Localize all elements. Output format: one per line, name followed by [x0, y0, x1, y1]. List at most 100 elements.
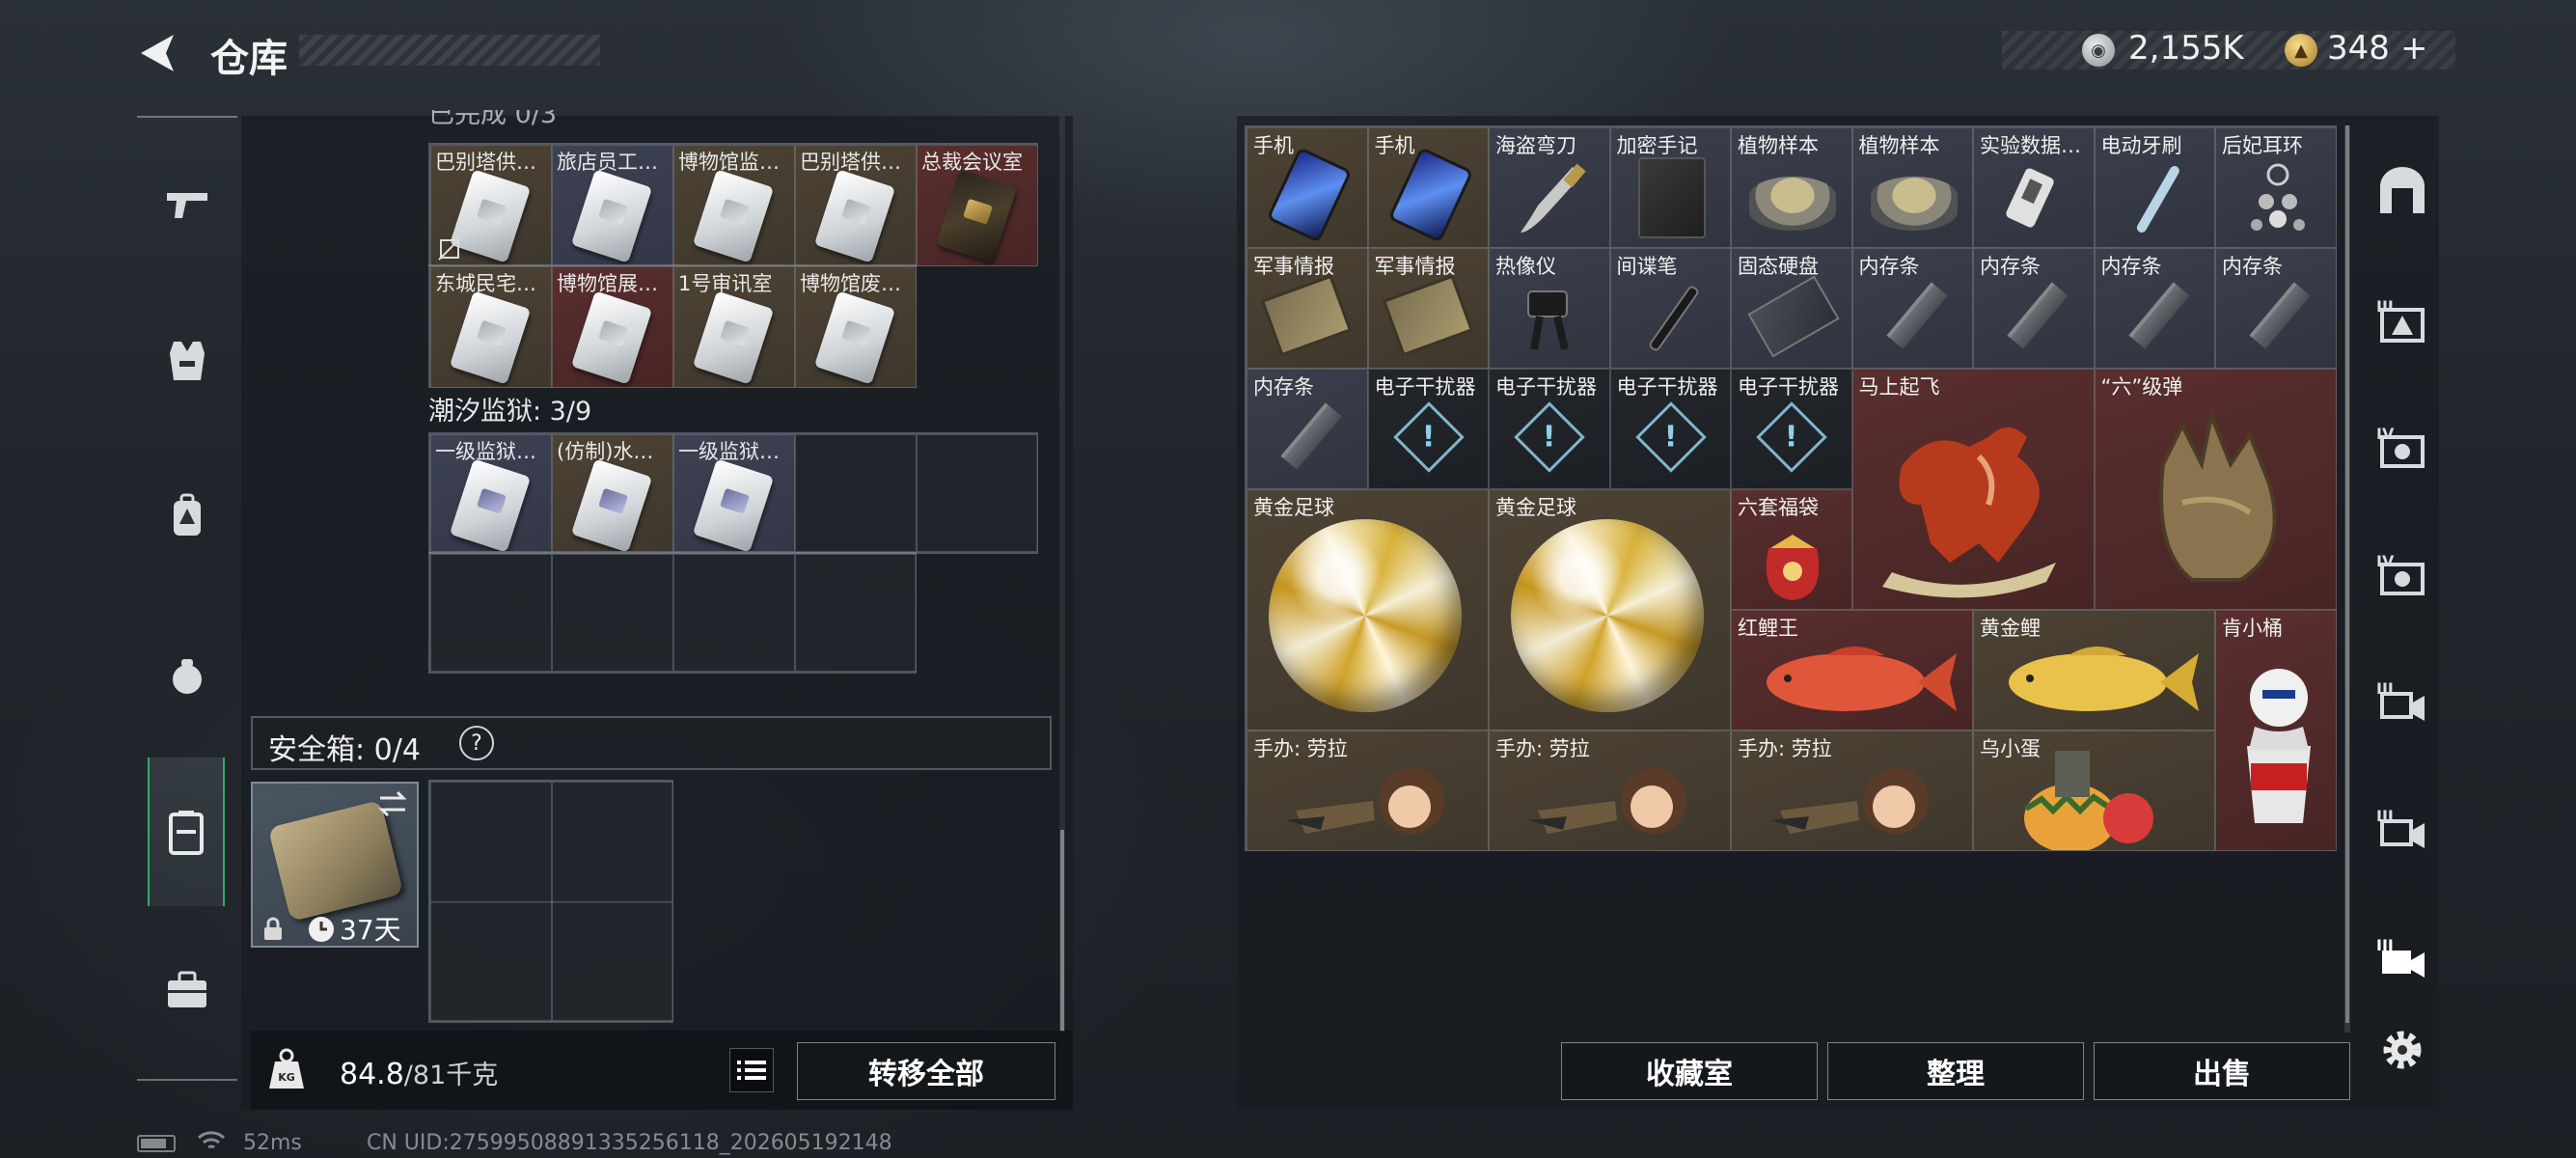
silver-coin-icon: ◉: [2082, 34, 2115, 67]
item-label: 内存条: [2100, 255, 2162, 278]
item-consort-earring[interactable]: 后妃耳环: [2215, 127, 2337, 248]
item-military-intel[interactable]: 军事情报: [1247, 248, 1368, 369]
right-scrollbar-thumb[interactable]: [2345, 125, 2349, 1023]
item-pirate-sword[interactable]: 海盗弯刀: [1489, 127, 1610, 248]
item-phone[interactable]: 手机: [1367, 127, 1489, 248]
keycard-icon: [449, 290, 532, 385]
item-label: 手办: 劳拉: [1738, 737, 1832, 760]
nav-bag[interactable]: [147, 635, 228, 716]
list-view-button[interactable]: [729, 1048, 774, 1092]
item-ram[interactable]: 内存条: [2094, 248, 2215, 369]
item-gold-football[interactable]: 黄金足球: [1489, 489, 1731, 731]
keycard-item[interactable]: 旅店员工…: [552, 145, 673, 266]
tab-storage-4b[interactable]: IV: [2362, 533, 2443, 614]
tab-all[interactable]: [2362, 151, 2443, 232]
ram-icon: [2007, 282, 2069, 349]
item-egg-figure[interactable]: 乌小蛋: [1973, 731, 2215, 851]
weight-capacity: /81千克: [403, 1061, 499, 1090]
item-lara-figure[interactable]: 手办: 劳拉: [1731, 731, 1973, 851]
keycard-item[interactable]: 博物馆展…: [552, 266, 673, 388]
keycard-icon: [692, 290, 775, 385]
item-encrypted-notebook[interactable]: 加密手记: [1609, 127, 1731, 248]
item-ram[interactable]: 内存条: [2215, 248, 2337, 369]
item-ssd[interactable]: 固态硬盘: [1731, 248, 1852, 369]
add-currency-button[interactable]: +: [2400, 29, 2428, 68]
nav-safebox[interactable]: [148, 758, 225, 906]
left-scrollbar-thumb[interactable]: [1060, 830, 1064, 1033]
item-gold-football[interactable]: 黄金足球: [1247, 489, 1489, 731]
item-spy-pen[interactable]: 间谍笔: [1609, 248, 1731, 369]
keycard-item[interactable]: 总裁会议室: [917, 145, 1038, 266]
item-military-intel[interactable]: 军事情报: [1367, 248, 1489, 369]
keycard-item[interactable]: 巴别塔供…: [795, 145, 917, 266]
item-kfc-bucket[interactable]: 肯小桶: [2215, 610, 2337, 851]
empty-slot[interactable]: [552, 554, 673, 672]
item-jammer[interactable]: ! 电子干扰器: [1489, 369, 1610, 489]
sort-button[interactable]: 整理: [1827, 1042, 2084, 1100]
item-label: 红鲤王: [1738, 617, 1798, 640]
item-lara-figure[interactable]: 手办: 劳拉: [1489, 731, 1731, 851]
lock-icon: [264, 917, 282, 940]
keycard-item[interactable]: 东城民宅…: [430, 266, 552, 388]
ram-icon: [2127, 282, 2190, 349]
item-horse-statue[interactable]: 马上起飞: [1851, 369, 2095, 610]
keycard-item[interactable]: 博物馆废…: [795, 266, 917, 388]
empty-slot[interactable]: [795, 434, 917, 552]
tab-storage-3c[interactable]: III: [2362, 787, 2443, 868]
swap-icon[interactable]: [376, 789, 409, 818]
back-arrow-icon[interactable]: [135, 31, 181, 75]
keycard-item[interactable]: (仿制)水…: [552, 434, 673, 552]
item-thermal-imager[interactable]: 热像仪: [1489, 248, 1610, 369]
item-ram[interactable]: 内存条: [1973, 248, 2095, 369]
keycard-item[interactable]: 1号审讯室: [673, 266, 795, 388]
toothbrush-icon: [2136, 166, 2179, 233]
ram-icon: [1885, 282, 1948, 349]
item-plant-sample[interactable]: 植物样本: [1731, 127, 1852, 248]
item-jammer[interactable]: ! 电子干扰器: [1367, 369, 1489, 489]
keycard-item[interactable]: 一级监狱…: [430, 434, 552, 552]
weight-value: 84.8: [340, 1058, 404, 1091]
empty-slot[interactable]: [795, 554, 917, 672]
help-button[interactable]: ?: [459, 726, 494, 760]
item-jammer[interactable]: ! 电子干扰器: [1731, 369, 1852, 489]
tab-storage-3b[interactable]: III: [2362, 660, 2443, 741]
item-gold-carp[interactable]: 黄金鲤: [1973, 610, 2215, 731]
safebox-label: 安全箱: 0/4: [268, 733, 421, 767]
item-red-carp[interactable]: 红鲤王: [1731, 610, 1973, 731]
empty-slot[interactable]: [552, 782, 673, 903]
item-jammer[interactable]: ! 电子干扰器: [1609, 369, 1731, 489]
nav-weapon[interactable]: [147, 164, 228, 245]
tab-storage-3-active[interactable]: III: [2362, 917, 2443, 998]
nav-toolbox[interactable]: [147, 950, 228, 1031]
item-ram[interactable]: 内存条: [1851, 248, 1973, 369]
nav-backpack[interactable]: [147, 475, 228, 556]
empty-slot[interactable]: [430, 554, 552, 672]
item-lucky-bag[interactable]: 六套福袋: [1731, 489, 1852, 610]
collection-room-button[interactable]: 收藏室: [1561, 1042, 1818, 1100]
item-lara-figure[interactable]: 手办: 劳拉: [1247, 731, 1489, 851]
thermal-imager-icon: [1527, 290, 1569, 350]
item-electric-toothbrush[interactable]: 电动牙刷: [2094, 127, 2215, 248]
item-bronze-hand[interactable]: “六”级弹: [2094, 369, 2337, 610]
item-phone[interactable]: 手机: [1247, 127, 1368, 248]
tab-storage-4a[interactable]: IV: [2362, 405, 2443, 486]
item-experiment-data[interactable]: 实验数据…: [1973, 127, 2095, 248]
empty-slot[interactable]: [430, 782, 552, 903]
empty-slot[interactable]: [673, 554, 795, 672]
empty-slot[interactable]: [430, 901, 552, 1021]
keycard-item[interactable]: 一级监狱…: [673, 434, 795, 552]
keycard-item[interactable]: 巴别塔供…: [430, 145, 552, 266]
sell-button[interactable]: 出售: [2094, 1042, 2350, 1100]
nav-armor[interactable]: [147, 320, 228, 401]
settings-button[interactable]: [2362, 1009, 2443, 1090]
item-ram[interactable]: 内存条: [1247, 369, 1368, 489]
keycard-item[interactable]: 博物馆监…: [673, 145, 795, 266]
keycard-icon: [570, 169, 653, 263]
transfer-all-button[interactable]: 转移全部: [797, 1042, 1055, 1100]
item-label: 植物样本: [1738, 134, 1819, 157]
tab-storage-3[interactable]: III: [2362, 278, 2443, 359]
empty-slot[interactable]: [552, 901, 673, 1021]
item-label: 军事情报: [1253, 255, 1334, 278]
item-plant-sample[interactable]: 植物样本: [1851, 127, 1973, 248]
empty-slot[interactable]: [917, 434, 1038, 552]
